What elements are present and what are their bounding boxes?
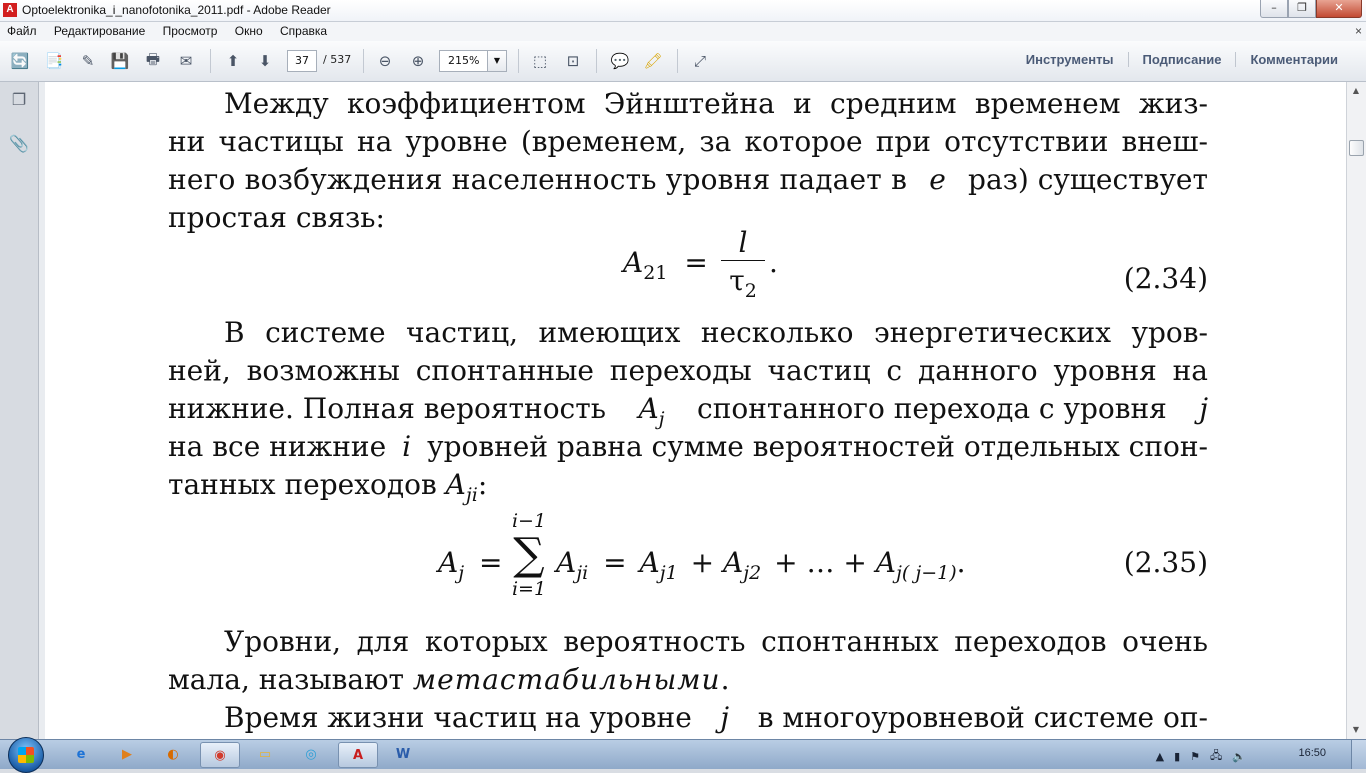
adobe-reader-icon: A (3, 3, 17, 17)
internet-explorer-icon[interactable]: e (62, 742, 100, 766)
paragraph-line: на все нижние i уровней равна сумме веро… (168, 430, 1208, 463)
word-icon[interactable]: W (384, 742, 422, 766)
close-document-icon[interactable]: × (1355, 24, 1362, 38)
title-bar: A Optoelektronika_i_nanofotonika_2011.pd… (0, 0, 1366, 22)
zoom-out-icon[interactable]: ⊖ (374, 50, 396, 72)
paragraph-line: танных переходов Aji: (168, 468, 488, 506)
volume-icon[interactable]: 🔈 (1232, 750, 1246, 763)
menu-help[interactable]: Справка (273, 22, 334, 38)
highlight-icon[interactable]: 🖍 (642, 50, 664, 72)
print-icon[interactable]: 🖶 (142, 50, 164, 72)
sign-link[interactable]: Подписание (1127, 52, 1236, 67)
menu-edit[interactable]: Редактирование (47, 22, 152, 38)
network-icon[interactable]: 🖧 (1210, 747, 1222, 766)
expand-icon[interactable]: ⤢ (689, 50, 711, 72)
paragraph-line: нижние. Полная вероятность Aj спонтанног… (168, 392, 1208, 430)
chevron-down-icon[interactable]: ▼ (487, 51, 506, 71)
zoom-value: 215% (448, 54, 480, 67)
equation-number: (2.34) (1123, 262, 1208, 295)
previous-page-icon[interactable]: ⬆ (222, 50, 244, 72)
task-pane-links: Инструменты Подписание Комментарии (1012, 52, 1352, 67)
tools-link[interactable]: Инструменты (1012, 52, 1128, 67)
fit-page-icon[interactable]: ⬚ (529, 50, 551, 72)
menu-bar: Файл Редактирование Просмотр Окно Справк… (0, 22, 1366, 41)
email-icon[interactable]: ✉ (175, 50, 197, 72)
window-title: Optoelektronika_i_nanofotonika_2011.pdf … (22, 3, 331, 17)
flag-icon[interactable]: ⚑ (1190, 750, 1200, 763)
show-desktop-button[interactable] (1351, 740, 1366, 769)
tray-expand-icon[interactable]: ▲ (1156, 750, 1164, 763)
next-page-icon[interactable]: ⬇ (254, 50, 276, 72)
scroll-up-icon[interactable]: ▲ (1349, 84, 1363, 98)
system-tray: ▲ ▮ ⚑ 🖧 🔈 (1156, 747, 1246, 766)
paragraph-line: мала, называют метастабильными. (168, 663, 730, 696)
paragraph-line: Между коэффициентом Эйнштейна и средним … (224, 87, 1208, 120)
media-player-icon[interactable]: ▶ (108, 742, 146, 766)
menu-window[interactable]: Окно (228, 22, 270, 38)
paragraph-line: Время жизни частиц на уровне j в многоур… (224, 701, 1208, 734)
scroll-thumb[interactable] (1349, 140, 1364, 156)
menu-file[interactable]: Файл (0, 22, 44, 38)
paragraph-line: Уровни, для которых вероятность спонтанн… (224, 625, 1208, 658)
document-page: Между коэффициентом Эйнштейна и средним … (45, 82, 1347, 739)
equation-2-34: A21 = l τ2 . (2.34) (623, 226, 1208, 302)
paragraph-line: него возбуждения населенность уровня пад… (168, 163, 1208, 196)
network-app-icon[interactable]: ◎ (292, 742, 330, 766)
zoom-in-icon[interactable]: ⊕ (407, 50, 429, 72)
paragraph-line: ней, возможны спонтанные переходы частиц… (168, 354, 1208, 387)
minimize-button[interactable]: – (1260, 0, 1288, 18)
summation: i−1 ∑ i=1 (511, 510, 547, 600)
comments-link[interactable]: Комментарии (1235, 52, 1352, 67)
winamp-icon[interactable]: ◐ (154, 742, 192, 766)
attachments-icon[interactable]: 📎 (9, 134, 29, 154)
toolbar: 🔄 📑 ✎ 💾 🖶 ✉ ⬆ ⬇ 37 / 537 ⊖ ⊕ 215% ▼ ⬚ ⊡ … (0, 41, 1366, 82)
edit-pdf-icon[interactable]: ✎ (77, 50, 99, 72)
scroll-down-icon[interactable]: ▼ (1349, 723, 1363, 737)
navigation-pane: ❐ 📎 (0, 82, 39, 739)
page-thumbnails-icon[interactable]: ❐ (9, 90, 29, 110)
clock[interactable]: 16:50 (1298, 747, 1326, 759)
equation-2-35: Aj = i−1 ∑ i=1 Aji = Aj1 + Aj2 + … + Aj(… (438, 510, 1208, 600)
explorer-folder-icon[interactable]: ▭ (246, 742, 284, 766)
maximize-button[interactable]: ❐ (1288, 0, 1316, 18)
menu-view[interactable]: Просмотр (156, 22, 225, 38)
page-number-input[interactable]: 37 (287, 50, 317, 72)
combine-files-icon[interactable]: 📑 (43, 50, 65, 72)
taskbar: e ▶ ◐ ◉ ▭ ◎ A W ▲ ▮ ⚑ 🖧 🔈 16:50 (0, 737, 1366, 773)
zoom-select[interactable]: 215% ▼ (439, 50, 507, 72)
chrome-icon[interactable]: ◉ (200, 742, 240, 768)
paragraph-line: В системе частиц, имеющих несколько энер… (224, 316, 1208, 349)
window-controls: – ❐ ✕ (1260, 0, 1362, 18)
paragraph-line: ни частицы на уровне (временем, за котор… (168, 125, 1208, 158)
fit-width-icon[interactable]: ⊡ (562, 50, 584, 72)
paragraph-line: простая связь: (168, 201, 385, 234)
close-button[interactable]: ✕ (1316, 0, 1362, 18)
save-icon[interactable]: 💾 (109, 50, 131, 72)
create-pdf-icon[interactable]: 🔄 (9, 50, 31, 72)
sticky-note-icon[interactable]: 💬 (609, 50, 631, 72)
equation-number: (2.35) (1123, 546, 1208, 579)
signal-icon[interactable]: ▮ (1174, 750, 1180, 763)
adobe-reader-icon[interactable]: A (338, 742, 378, 768)
vertical-scrollbar[interactable]: ▲ ▼ (1346, 82, 1366, 739)
page-total: / 537 (323, 53, 352, 66)
